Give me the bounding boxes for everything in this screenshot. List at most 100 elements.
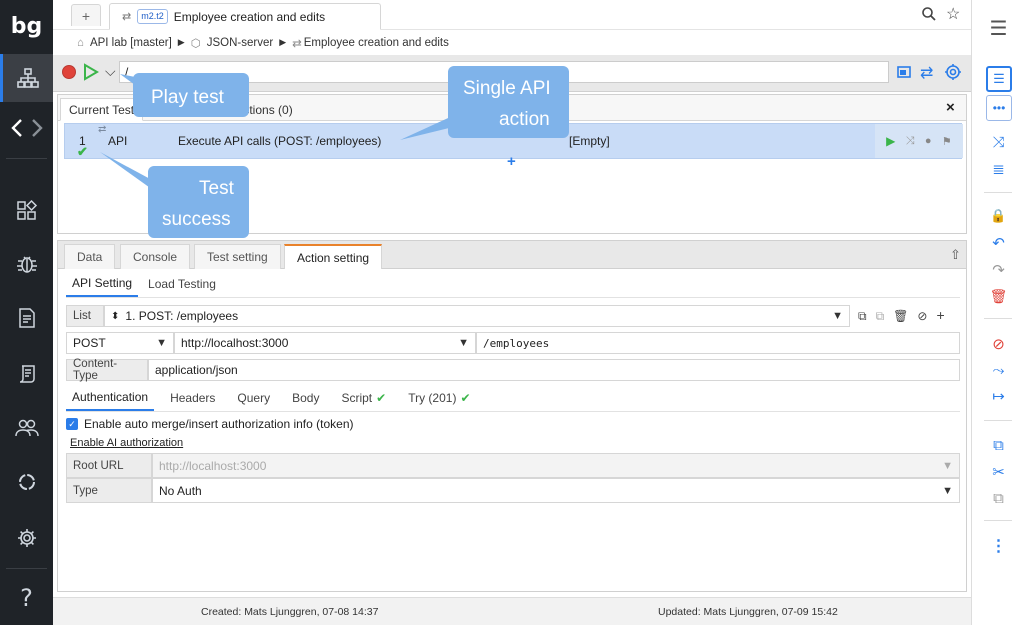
tab-body[interactable]: Body <box>286 385 325 411</box>
auto-merge-checkbox[interactable]: ✓ <box>66 418 78 430</box>
duplicate-icon[interactable]: ⧉ <box>876 309 885 324</box>
sync-icon[interactable] <box>0 458 53 506</box>
disable-icon[interactable]: ⊘ <box>917 309 927 324</box>
code-toggle-icon[interactable] <box>0 104 53 152</box>
star-icon[interactable]: ☆ <box>946 4 960 24</box>
close-icon[interactable]: × <box>946 99 955 116</box>
branch-icon[interactable]: ⤨ <box>906 135 915 148</box>
root-url-select[interactable]: http://localhost:3000 ▼ <box>152 453 960 478</box>
base-url-select[interactable]: http://localhost:3000 ▼ <box>174 332 476 354</box>
help-icon[interactable]: ? <box>0 574 53 622</box>
flag-icon[interactable]: ⚑ <box>942 135 952 148</box>
lock-icon[interactable]: 🔒 <box>972 204 1024 228</box>
copy-icon[interactable]: ⧉ <box>972 433 1024 457</box>
right-sidebar: ☰ ☰ ••• ⤨ ≣ 🔒 ↶ ↷ 🗑 ⊘ ⤳ ↦ ⧉ ✂ ⧉ ⋮ <box>971 0 1024 625</box>
created-info: Created: Mats Ljunggren, 07-08 14:37 <box>201 606 379 618</box>
swap-icon: ⇄ <box>122 11 132 23</box>
dots-view-icon[interactable]: ••• <box>986 95 1012 121</box>
sort-icon: ⬍ <box>111 310 120 322</box>
delete-icon[interactable]: 🗑 <box>972 284 1024 308</box>
tab-employee-creation[interactable]: ⇄ m2.t2 Employee creation and edits <box>109 3 381 30</box>
breadcrumb-project[interactable]: API lab [master] <box>90 37 172 49</box>
merge-icon[interactable]: ↦ <box>972 384 1024 408</box>
list-view-icon[interactable]: ☰ <box>986 66 1012 92</box>
bottom-tabs: Data Console Test setting Action setting… <box>58 241 966 269</box>
home-icon: ⌂ <box>77 36 84 49</box>
chevron-down-icon: ▼ <box>156 337 167 349</box>
chevron-down-icon[interactable]: ⌵ <box>105 63 116 80</box>
tab-current-test[interactable]: Current Test <box>60 98 144 121</box>
play-test-callout-text: Play test <box>151 87 224 108</box>
check-icon: ✔ <box>376 391 387 405</box>
flow-icon[interactable]: ⤨ <box>972 130 1024 154</box>
status-bar: Created: Mats Ljunggren, 07-08 14:37 Upd… <box>53 597 971 625</box>
settings-gear-icon[interactable] <box>0 514 53 562</box>
tab-action-setting[interactable]: Action setting <box>284 244 383 269</box>
align-icon[interactable]: ≣ <box>972 157 1024 181</box>
content-type-input[interactable]: application/json <box>148 359 960 381</box>
sitemap-icon[interactable] <box>0 54 53 102</box>
cube-icon: ⬡ <box>190 37 201 50</box>
record-button[interactable] <box>62 65 76 79</box>
swap-icon[interactable]: ⇄ <box>920 63 933 83</box>
single-api-callout: Single API action <box>448 66 569 138</box>
tab-title: Employee creation and edits <box>173 9 326 24</box>
search-icon[interactable] <box>921 6 937 25</box>
paste-icon[interactable]: ⧉ <box>972 486 1024 510</box>
chevron-down-icon: ▼ <box>942 459 953 472</box>
disable-icon[interactable]: ⊘ <box>972 332 1024 356</box>
auth-type-value: No Auth <box>159 483 202 498</box>
bug-icon[interactable] <box>0 240 53 288</box>
step-action: Execute API calls (POST: /employees) <box>178 134 382 148</box>
hamburger-menu-icon[interactable]: ☰ <box>972 16 1024 40</box>
tab-test-setting[interactable]: Test setting <box>194 244 281 269</box>
list-select[interactable]: ⬍ 1. POST: /employees ▼ <box>104 305 850 327</box>
copy-icon[interactable]: ⧉ <box>858 309 867 324</box>
tab-headers[interactable]: Headers <box>164 385 221 411</box>
add-icon[interactable]: + <box>936 307 944 324</box>
breakpoint-icon[interactable]: ● <box>925 135 932 147</box>
auth-type-select[interactable]: No Auth ▼ <box>152 478 960 503</box>
new-tab-button[interactable]: + <box>71 4 101 26</box>
tab-try-label: Try (201) <box>408 391 457 405</box>
tab-console[interactable]: Console <box>120 244 191 269</box>
collapse-up-icon[interactable]: ⇧ <box>950 247 961 263</box>
scroll-icon[interactable] <box>0 350 53 398</box>
window-icon[interactable] <box>896 64 912 83</box>
play-step-icon[interactable]: ▶ <box>886 134 895 148</box>
undo-icon[interactable]: ↶ <box>972 231 1024 255</box>
method-select[interactable]: POST ▼ <box>66 332 174 354</box>
more-vertical-icon[interactable]: ⋮ <box>972 534 1024 558</box>
tab-try[interactable]: Try (201) ✔ <box>402 385 476 411</box>
enable-ai-auth-link[interactable]: Enable AI authorization <box>70 437 183 449</box>
play-button[interactable] <box>83 63 99 84</box>
apps-icon[interactable] <box>0 186 53 234</box>
team-icon[interactable] <box>0 404 53 452</box>
root-url-value: http://localhost:3000 <box>159 458 267 473</box>
gear-icon[interactable] <box>944 63 962 84</box>
swap-icon: ⇄ <box>98 124 107 135</box>
list-label: List <box>66 305 104 327</box>
updated-info: Updated: Mats Ljunggren, 07-09 15:42 <box>658 606 838 618</box>
left-sidebar: bg ? <box>0 0 53 625</box>
tab-authentication[interactable]: Authentication <box>66 385 155 411</box>
test-success-callout: Test success <box>148 166 249 238</box>
tab-data[interactable]: Data <box>64 244 116 269</box>
add-step-icon[interactable]: + <box>507 153 516 170</box>
subtab-load-testing[interactable]: Load Testing <box>142 271 222 297</box>
trash-icon[interactable]: 🗑 <box>893 309 908 324</box>
subtab-api-setting[interactable]: API Setting <box>66 271 139 297</box>
auto-merge-label: Enable auto merge/insert authorization i… <box>84 417 354 431</box>
breadcrumb-suite[interactable]: JSON-server <box>207 37 273 49</box>
redo-icon[interactable]: ↷ <box>972 258 1024 282</box>
base-url-value: http://localhost:3000 <box>181 336 289 350</box>
report-icon[interactable] <box>0 294 53 342</box>
breadcrumb-test[interactable]: Employee creation and edits <box>304 37 449 49</box>
path-input[interactable]: /employees <box>476 332 960 354</box>
scissors-icon[interactable]: ✂ <box>972 460 1024 484</box>
chevron-down-icon: ▼ <box>832 310 843 322</box>
tab-query[interactable]: Query <box>231 385 276 411</box>
tab-script[interactable]: Script ✔ <box>335 385 392 411</box>
step-value: [Empty] <box>569 134 610 148</box>
branch-icon[interactable]: ⤳ <box>972 358 1024 382</box>
